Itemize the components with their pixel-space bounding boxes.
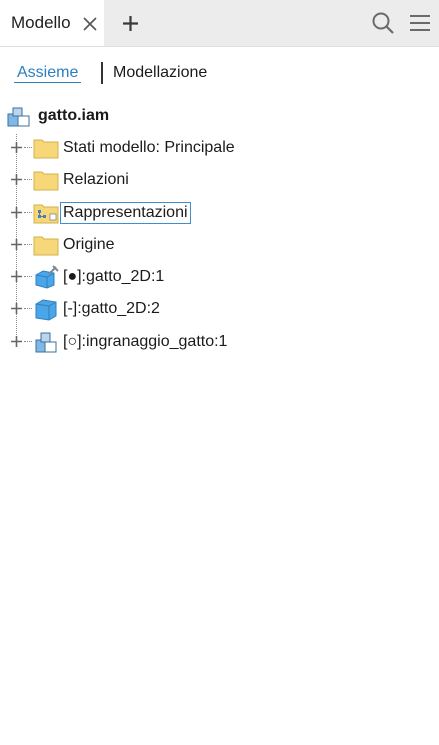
expand-icon[interactable] — [10, 206, 23, 219]
expand-icon[interactable] — [10, 302, 23, 315]
tree-node-label: [-]:gatto_2D:2 — [63, 300, 160, 317]
tree-node-origine[interactable]: Origine — [0, 233, 439, 257]
assembly-icon — [7, 107, 30, 127]
tab-modello[interactable]: Modello — [0, 0, 104, 46]
subtab-divider — [101, 62, 103, 84]
expand-icon[interactable] — [10, 270, 23, 283]
tree-node-label: [●]:gatto_2D:1 — [63, 268, 165, 285]
tree-node-gatto-2d-1[interactable]: [●]:gatto_2D:1 — [0, 265, 439, 289]
browser-header: Modello — [0, 0, 439, 47]
add-tab-icon[interactable] — [122, 15, 139, 32]
representations-folder-icon — [33, 204, 59, 224]
subtab-assieme[interactable]: Assieme — [14, 64, 82, 83]
tree-connector — [24, 147, 32, 148]
tree-connector — [24, 244, 32, 245]
tree-node-label: Origine — [63, 236, 115, 253]
tree-connector — [24, 341, 32, 342]
tree-connector — [24, 276, 32, 277]
tree-connector — [24, 308, 32, 309]
tree-node-stati-modello[interactable]: Stati modello: Principale — [0, 136, 439, 160]
expand-icon[interactable] — [10, 141, 23, 154]
tree-node-label: [○]:ingranaggio_gatto:1 — [63, 333, 228, 350]
folder-icon — [33, 171, 59, 191]
tree-connector — [24, 212, 32, 213]
expand-icon[interactable] — [10, 173, 23, 186]
expand-icon[interactable] — [10, 335, 23, 348]
tree-node-label: Relazioni — [63, 171, 129, 188]
root-assembly-label[interactable]: gatto.iam — [38, 106, 109, 126]
tab-label: Modello — [11, 13, 71, 32]
tree-node-relazioni[interactable]: Relazioni — [0, 168, 439, 192]
search-icon[interactable] — [371, 11, 395, 35]
tree-node-label: Rappresentazioni — [60, 202, 191, 224]
expand-icon[interactable] — [10, 238, 23, 251]
tree-node-rappresentazioni[interactable]: Rappresentazioni — [0, 201, 439, 225]
tree-connector — [24, 179, 32, 180]
subtab-modellazione[interactable]: Modellazione — [113, 64, 207, 82]
tree-node-label: Stati modello: Principale — [63, 139, 235, 156]
menu-icon[interactable] — [409, 13, 431, 33]
part-icon — [35, 299, 57, 321]
close-icon[interactable] — [82, 16, 98, 32]
part-pinned-icon — [35, 265, 59, 289]
subassembly-icon — [35, 332, 57, 353]
folder-icon — [33, 236, 59, 256]
folder-icon — [33, 139, 59, 159]
tree-node-ingranaggio-gatto[interactable]: [○]:ingranaggio_gatto:1 — [0, 330, 439, 354]
tree-node-gatto-2d-2[interactable]: [-]:gatto_2D:2 — [0, 297, 439, 321]
